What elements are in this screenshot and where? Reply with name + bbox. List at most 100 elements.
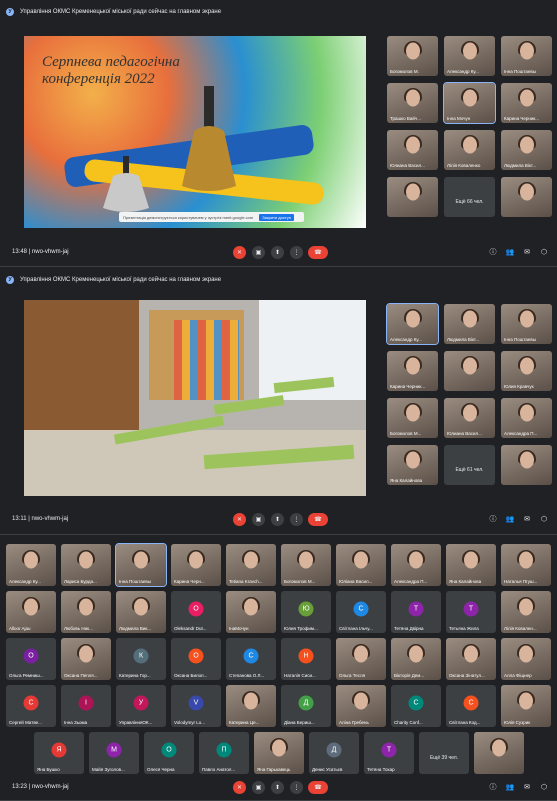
participant-tile[interactable]: С Світлана Ільчу... xyxy=(336,591,386,633)
participant-tile[interactable]: Карина Черник... xyxy=(501,83,552,123)
chat-icon[interactable]: ✉ xyxy=(522,782,532,792)
participant-tile[interactable]: Людмила Вик... xyxy=(116,591,166,633)
participant-tile[interactable]: Інна Поштаевы xyxy=(501,36,552,76)
stop-sharing-button[interactable]: Закрити доступ xyxy=(259,213,294,221)
participant-tile[interactable] xyxy=(387,177,438,217)
participant-tile[interactable]: Ещё 39 чел. xyxy=(419,732,469,774)
participant-tile[interactable]: Александра П... xyxy=(391,544,441,586)
participant-tile[interactable]: Аліна Гребень xyxy=(336,685,386,727)
participant-tile[interactable]: Alloor Ajau xyxy=(6,591,56,633)
participant-tile[interactable]: Ольга Тесля xyxy=(336,638,386,680)
info-icon[interactable]: ⓘ xyxy=(488,247,498,257)
participant-tile[interactable]: Tetiana Kravch... xyxy=(226,544,276,586)
participant-tile[interactable]: Інна Мочун xyxy=(443,82,496,124)
participant-tile[interactable]: C Charity Conf... xyxy=(391,685,441,727)
present-button[interactable]: ⬆ xyxy=(271,246,284,259)
participant-tile[interactable]: Юліана Васил... xyxy=(336,544,386,586)
participant-tile[interactable]: С Світлана Код... xyxy=(446,685,496,727)
participant-tile[interactable]: І Інна Зьома xyxy=(61,685,111,727)
participant-tile[interactable]: Лариса Бурда... xyxy=(61,544,111,586)
camera-button[interactable]: ▣ xyxy=(252,513,265,526)
participant-tile[interactable]: Богомолов М. xyxy=(387,36,438,76)
participant-tile[interactable]: Я Яна Бушко xyxy=(34,732,84,774)
participant-tile[interactable]: ІнаМочун xyxy=(226,591,276,633)
present-button[interactable]: ⬆ xyxy=(271,513,284,526)
more-options-icon[interactable]: ⋮ xyxy=(290,781,303,794)
camera-button[interactable]: ▣ xyxy=(252,781,265,794)
hang-up-button[interactable]: ☎ xyxy=(308,246,328,259)
participant-tile[interactable] xyxy=(501,177,552,217)
participant-tile[interactable]: Трашко Вайч... xyxy=(387,83,438,123)
participant-tile[interactable]: Т Тетяна Тохар xyxy=(364,732,414,774)
participant-tile[interactable]: Юлиана Васил... xyxy=(444,398,495,438)
present-button[interactable]: ⬆ xyxy=(271,781,284,794)
activities-icon[interactable]: ⬡ xyxy=(539,782,549,792)
participant-tile[interactable]: Лілія Коваленко xyxy=(444,130,495,170)
participant-tile[interactable]: Яна Гарькавець xyxy=(254,732,304,774)
camera-button[interactable]: ▣ xyxy=(252,246,265,259)
participant-tile[interactable]: Юлиана Васил... xyxy=(387,130,438,170)
people-icon[interactable]: 👥 xyxy=(505,514,515,524)
more-options-icon[interactable]: ⋮ xyxy=(290,246,303,259)
participant-tile[interactable]: Любовь Ник... xyxy=(61,591,111,633)
participant-tile[interactable]: Ю Юлия Трофим... xyxy=(281,591,331,633)
mic-off-button[interactable]: ✕ xyxy=(233,246,246,259)
participant-tile[interactable]: Богомолов М... xyxy=(387,398,438,438)
participant-tile[interactable]: Оксана Пепля... xyxy=(61,638,111,680)
participant-tile[interactable]: Богомолов М... xyxy=(281,544,331,586)
participant-tile[interactable]: У УправлінняОК... xyxy=(116,685,166,727)
participant-tile[interactable]: Людмила Вікт... xyxy=(501,130,552,170)
hang-up-button[interactable]: ☎ xyxy=(308,513,328,526)
participant-tile[interactable]: Карина Черник... xyxy=(387,351,438,391)
chat-icon[interactable]: ✉ xyxy=(522,247,532,257)
participant-tile[interactable] xyxy=(501,445,552,485)
participant-tile[interactable]: О Олеся Черна xyxy=(144,732,194,774)
activities-icon[interactable]: ⬡ xyxy=(539,514,549,524)
participant-tile[interactable] xyxy=(474,732,524,774)
participant-tile[interactable]: Інна Поштаевы xyxy=(501,304,552,344)
people-icon[interactable]: 👥 xyxy=(505,247,515,257)
participant-tile[interactable]: М Майя Зуголов... xyxy=(89,732,139,774)
participant-tile[interactable]: Оксана Зінатул... xyxy=(446,638,496,680)
participant-tile[interactable]: Ещё 61 чел. xyxy=(444,445,495,485)
participant-tile[interactable]: Ещё 66 чел. xyxy=(444,177,495,217)
participant-tile[interactable]: Александр Ку... xyxy=(386,303,439,345)
participant-tile[interactable]: П Павло Анатол... xyxy=(199,732,249,774)
mic-off-button[interactable]: ✕ xyxy=(233,513,246,526)
participant-tile[interactable]: С Сергей Матве... xyxy=(6,685,56,727)
participant-tile[interactable]: Александр Ку... xyxy=(444,36,495,76)
participant-tile[interactable]: К Катерина Гор... xyxy=(116,638,166,680)
participant-tile[interactable]: Інна Поштаевы xyxy=(115,543,167,587)
participant-tile[interactable]: Т Тетьяна Жила xyxy=(446,591,496,633)
participant-tile[interactable]: Юлия Кравчук xyxy=(501,351,552,391)
participant-tile[interactable]: Т Тетяна Двірна xyxy=(391,591,441,633)
participant-tile[interactable]: О Оксана Билоп... xyxy=(171,638,221,680)
participant-tile[interactable]: Яна Калайнова xyxy=(446,544,496,586)
participant-tile[interactable]: Н Наталія Сиси... xyxy=(281,638,331,680)
participant-tile[interactable]: Наталья Пгуш... xyxy=(501,544,551,586)
participant-tile[interactable]: Вікторія Дем... xyxy=(391,638,441,680)
people-icon[interactable]: 👥 xyxy=(505,782,515,792)
participant-tile[interactable]: С Степанова О.Л... xyxy=(226,638,276,680)
participant-tile[interactable]: O Oleksandr Dut... xyxy=(171,591,221,633)
participant-tile[interactable]: Юлія Сузрик xyxy=(501,685,551,727)
info-icon[interactable]: ⓘ xyxy=(488,514,498,524)
activities-icon[interactable]: ⬡ xyxy=(539,247,549,257)
participant-tile[interactable]: Д Денис Усатьєв xyxy=(309,732,359,774)
participant-tile[interactable]: Д Діана Бериш... xyxy=(281,685,331,727)
info-icon[interactable]: ⓘ xyxy=(488,782,498,792)
chat-icon[interactable]: ✉ xyxy=(522,514,532,524)
mic-off-button[interactable]: ✕ xyxy=(233,781,246,794)
participant-tile[interactable]: Яна Калайнова xyxy=(387,445,438,485)
participant-tile[interactable]: О Ольга Ремниш... xyxy=(6,638,56,680)
participant-tile[interactable]: V Volodymyr Lo... xyxy=(171,685,221,727)
participant-tile[interactable] xyxy=(444,351,495,391)
participant-tile[interactable]: Карина Черн... xyxy=(171,544,221,586)
participant-tile[interactable]: Людмила Вікт... xyxy=(444,304,495,344)
participant-tile[interactable]: Алла Фіщнер xyxy=(501,638,551,680)
participant-tile[interactable]: Лілія Ковален... xyxy=(501,591,551,633)
participant-tile[interactable]: Александр Ку... xyxy=(6,544,56,586)
participant-tile[interactable]: Александра П... xyxy=(501,398,552,438)
hang-up-button[interactable]: ☎ xyxy=(308,781,328,794)
more-options-icon[interactable]: ⋮ xyxy=(290,513,303,526)
